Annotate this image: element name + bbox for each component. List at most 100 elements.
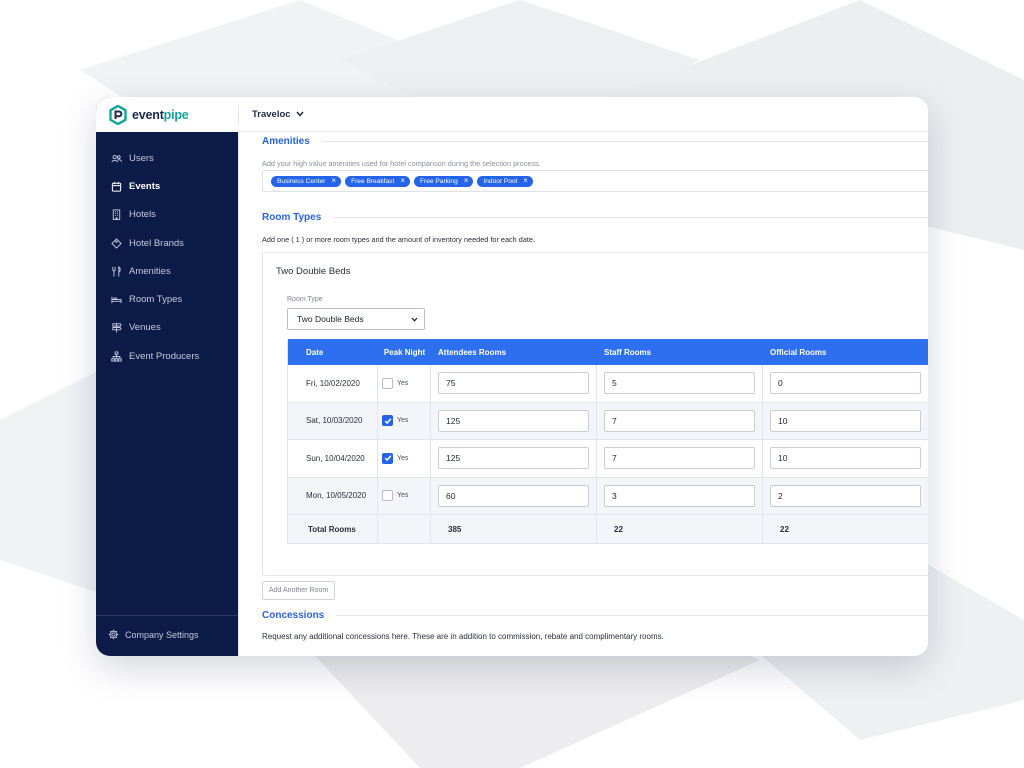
date-cell: Mon, 10/05/2020 [288, 477, 378, 514]
room-type-label: Room Type [287, 296, 323, 303]
remove-tag-icon[interactable]: × [464, 177, 469, 185]
checkmark-icon [384, 418, 391, 424]
concessions-section-header: Concessions [262, 610, 928, 621]
chevron-down-icon [411, 317, 418, 322]
sidebar-item-hotels[interactable]: Hotels [96, 201, 238, 229]
company-settings-label: Company Settings [125, 629, 199, 640]
table-row: Sun, 10/04/2020 Yes 125 7 10 [288, 440, 928, 478]
table-header: Date Peak Night Attendees Rooms Staff Ro… [288, 339, 928, 365]
amenity-tag[interactable]: Free Breakfast × [345, 175, 410, 187]
sidebar-nav: Users Events Hotels Hotel Brands Ameniti… [96, 144, 238, 370]
peak-night-label: Yes [397, 492, 409, 500]
sidebar-item-hotel-brands[interactable]: Hotel Brands [96, 229, 238, 257]
official-cell: 2 [763, 478, 928, 515]
remove-tag-icon[interactable]: × [400, 177, 405, 185]
signpost-icon [112, 323, 122, 333]
table-row: Fri, 10/02/2020 Yes 75 5 0 [288, 365, 928, 403]
section-rule [336, 615, 928, 616]
staff-rooms-input[interactable]: 7 [604, 409, 755, 432]
column-header: Attendees Rooms [438, 347, 507, 357]
concessions-help: Request any additional concessions here.… [262, 632, 664, 641]
sitemap-icon [111, 351, 122, 362]
app-window: eventpipe Users Events Hotels Hotel Bran… [96, 97, 928, 656]
staff-rooms-input[interactable]: 3 [604, 484, 755, 507]
attendees-rooms-input[interactable]: 125 [438, 447, 589, 470]
sidebar-item-label: Hotels [129, 209, 156, 221]
peak-night-checkbox[interactable] [382, 377, 393, 389]
sidebar: eventpipe Users Events Hotels Hotel Bran… [96, 97, 238, 656]
room-type-card: Two Double Beds Room Type Two Double Bed… [262, 252, 928, 576]
peak-night-checkbox[interactable] [382, 452, 393, 464]
table-row: Mon, 10/05/2020 Yes 60 3 2 [288, 477, 928, 515]
account-dropdown[interactable]: Traveloc [252, 109, 304, 120]
official-rooms-input[interactable]: 10 [770, 409, 921, 432]
sidebar-item-events[interactable]: Events [96, 172, 238, 200]
brand-name: eventpipe [132, 107, 189, 122]
room-card-title: Two Double Beds [276, 266, 351, 277]
sidebar-item-room-types[interactable]: Room Types [96, 285, 238, 313]
remove-tag-icon[interactable]: × [523, 177, 528, 185]
calendar-icon [111, 181, 122, 192]
attendees-rooms-input[interactable]: 60 [438, 484, 589, 507]
amenity-tag[interactable]: Business Center × [271, 175, 342, 187]
top-bar: Traveloc [238, 97, 928, 132]
brand-logo[interactable]: eventpipe [96, 97, 238, 132]
amenities-tag-input[interactable]: Business Center × Free Breakfast × Free Pa… [262, 170, 928, 192]
attendees-rooms-input[interactable]: 75 [438, 372, 589, 395]
sidebar-item-amenities[interactable]: Amenities [96, 257, 238, 285]
sidebar-item-users[interactable]: Users [96, 144, 238, 172]
gear-icon [108, 629, 119, 640]
total-staff-rooms: 22 [597, 515, 763, 543]
official-cell: 10 [763, 403, 928, 440]
peak-night-label: Yes [397, 379, 409, 387]
add-another-room-button[interactable]: Add Another Room [262, 581, 336, 600]
amenity-tag[interactable]: Free Parking × [413, 175, 474, 187]
sidebar-item-label: Users [129, 152, 154, 164]
attendees-cell: 75 [431, 365, 597, 402]
users-icon [111, 154, 122, 162]
section-rule [333, 217, 928, 218]
staff-cell: 7 [597, 402, 763, 439]
peak-night-label: Yes [397, 417, 409, 425]
attendees-rooms-input[interactable]: 125 [438, 409, 589, 432]
official-rooms-input[interactable]: 10 [770, 447, 921, 470]
amenities-section-header: Amenities [262, 136, 928, 147]
peak-night-checkbox[interactable] [382, 415, 393, 427]
room-type-select[interactable]: Two Double Beds [287, 308, 425, 330]
attendees-cell: 125 [431, 402, 597, 439]
section-rule [321, 141, 928, 142]
peak-night-cell: Yes [378, 440, 431, 477]
main-content: Amenities Add your high value amenities … [238, 132, 928, 656]
attendees-cell: 60 [431, 477, 597, 514]
sidebar-item-event-producers[interactable]: Event Producers [96, 342, 238, 370]
staff-cell: 7 [597, 440, 763, 477]
official-cell: 0 [763, 365, 928, 402]
content-left-rule [238, 132, 239, 656]
sidebar-item-label: Hotel Brands [129, 237, 184, 249]
chevron-down-icon [295, 111, 304, 117]
staff-rooms-input[interactable]: 7 [604, 447, 755, 470]
utensils-icon [112, 266, 121, 277]
topbar-divider [238, 105, 239, 125]
peak-night-checkbox[interactable] [382, 490, 393, 502]
peak-night-cell: Yes [378, 402, 431, 439]
remove-tag-icon[interactable]: × [331, 177, 336, 185]
amenity-tag[interactable]: Indoor Pool × [477, 175, 533, 187]
total-official-rooms: 22 [763, 515, 928, 543]
sidebar-item-venues[interactable]: Venues [96, 314, 238, 342]
column-header: Date [306, 347, 324, 357]
company-settings-link[interactable]: Company Settings [108, 629, 199, 640]
totals-row: Total Rooms 385 22 22 [288, 515, 928, 544]
staff-cell: 5 [597, 365, 763, 402]
official-cell: 10 [763, 440, 928, 477]
date-cell: Sun, 10/04/2020 [288, 440, 378, 477]
attendees-cell: 125 [431, 440, 597, 477]
date-cell: Sat, 10/03/2020 [288, 402, 378, 439]
staff-rooms-input[interactable]: 5 [604, 372, 755, 395]
sidebar-item-label: Room Types [129, 294, 183, 306]
bed-icon [111, 296, 122, 304]
official-rooms-input[interactable]: 2 [770, 484, 921, 507]
amenities-help: Add your high value amenities used for h… [262, 159, 541, 168]
totals-peak-cell [378, 515, 431, 543]
official-rooms-input[interactable]: 0 [770, 372, 921, 395]
